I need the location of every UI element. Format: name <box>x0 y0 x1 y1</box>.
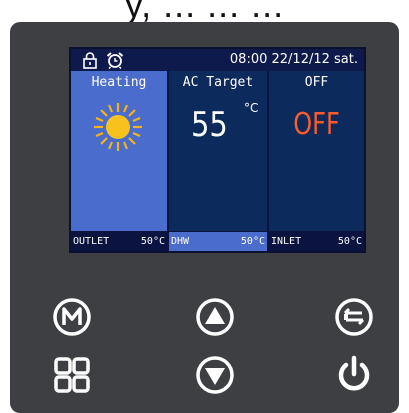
heating-label: Heating <box>91 75 147 90</box>
triangle-up-icon <box>196 298 234 336</box>
power-button[interactable] <box>334 355 374 395</box>
heating-column[interactable]: Heating <box>71 71 167 231</box>
return-icon <box>335 298 373 336</box>
sensor-bar: OUTLET 50°C DHW 50°C INLET 50°C <box>71 232 364 251</box>
up-button[interactable] <box>195 297 235 337</box>
menu-button[interactable] <box>52 355 92 395</box>
inlet-value: 50°C <box>337 236 362 247</box>
dhw-reading: DHW 50°C <box>169 232 267 251</box>
outlet-value: 50°C <box>140 236 165 247</box>
inlet-label: INLET <box>271 236 302 247</box>
ac-target-label: AC Target <box>182 75 254 90</box>
down-button[interactable] <box>195 355 235 395</box>
back-button[interactable] <box>334 297 374 337</box>
power-icon <box>338 355 370 391</box>
dhw-label: DHW <box>171 236 190 247</box>
outlet-reading: OUTLET 50°C <box>71 232 167 251</box>
off-column[interactable]: OFF OFF <box>269 71 364 231</box>
mode-button[interactable] <box>52 297 92 337</box>
inlet-reading: INLET 50°C <box>269 232 364 251</box>
outlet-label: OUTLET <box>73 236 110 247</box>
lock-icon <box>83 52 97 69</box>
temperature-unit: °C <box>244 101 259 115</box>
off-label: OFF <box>304 75 329 90</box>
grid-icon <box>54 357 90 393</box>
dhw-value: 50°C <box>240 236 265 247</box>
triangle-down-icon <box>196 356 234 394</box>
datetime-text: 08:00 22/12/12 sat. <box>229 52 358 67</box>
ac-target-column[interactable]: AC Target 55 °C <box>169 71 267 231</box>
alarm-clock-icon <box>106 52 124 69</box>
sun-icon <box>94 103 142 151</box>
lcd-screen: 08:00 22/12/12 sat. Heating AC Target 55… <box>69 47 366 253</box>
status-bar: 08:00 22/12/12 sat. <box>71 49 364 71</box>
target-temperature: 55 <box>191 105 228 145</box>
off-status: OFF <box>293 107 340 142</box>
m-circle-icon <box>53 298 91 336</box>
controller-panel: 08:00 22/12/12 sat. Heating AC Target 55… <box>10 22 399 413</box>
